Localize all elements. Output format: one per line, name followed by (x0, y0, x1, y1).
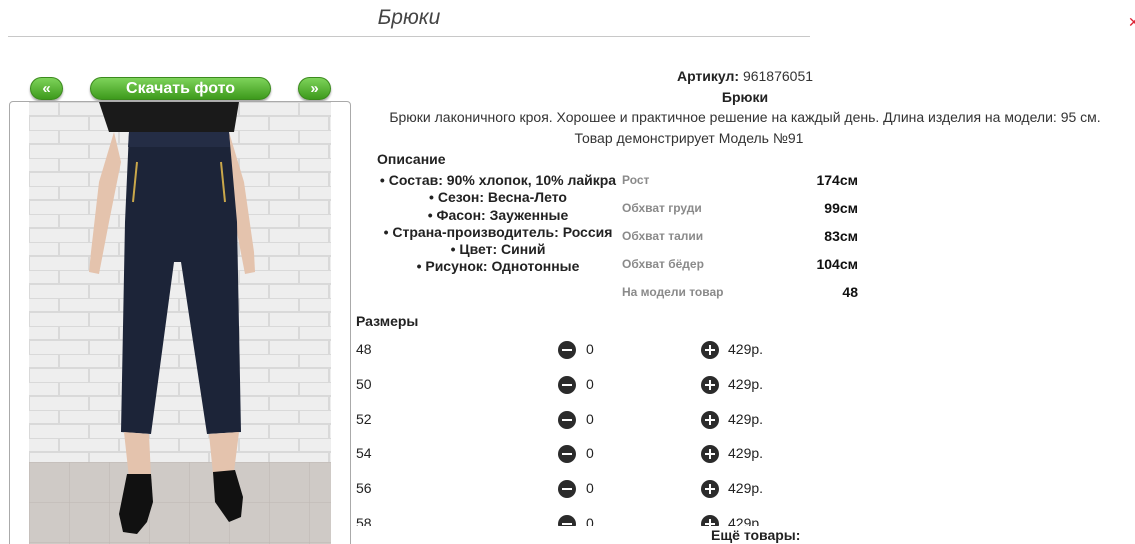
size-row: 56 0 429р. (356, 478, 786, 513)
param-value: 48 (842, 284, 858, 300)
quantity-value: 0 (586, 514, 594, 526)
plus-icon[interactable] (701, 514, 719, 526)
minus-icon[interactable] (558, 514, 576, 526)
size-price: 429р. (728, 410, 764, 427)
close-icon[interactable]: ✕ (1128, 14, 1135, 36)
size-price: 429р. (728, 341, 764, 357)
size-row: 52 0 429р. (356, 409, 786, 444)
plus-icon[interactable] (701, 341, 719, 359)
param-row: На модели товар 48 (622, 284, 858, 312)
size-row: 58 0 429р. (356, 513, 786, 526)
attribute-item: Цвет: Синий (370, 241, 626, 258)
model-params: Рост 174см Обхват груди 99см Обхват тали… (622, 172, 858, 312)
size-label: 50 (356, 375, 372, 392)
minus-icon[interactable] (558, 341, 576, 359)
plus-icon[interactable] (701, 375, 719, 394)
param-label: На модели товар (622, 285, 724, 299)
page-title: Брюки (377, 6, 441, 29)
product-description: Брюки лаконичного кроя. Хорошее и практи… (389, 109, 1101, 125)
product-name: Брюки (721, 89, 769, 105)
model-note-text: Товар демонстрирует Модель №91 (574, 130, 804, 146)
plus-icon[interactable] (701, 480, 719, 499)
title-divider (8, 36, 810, 37)
size-row: 50 0 429р. (356, 374, 786, 409)
article-value: 961876051 (742, 68, 814, 84)
attribute-item: Страна-производитель: Россия (370, 224, 626, 241)
attribute-item: Рисунок: Однотонные (370, 258, 626, 275)
param-value: 174см (816, 172, 858, 188)
quantity-value: 0 (586, 445, 594, 462)
param-value: 99см (824, 200, 858, 216)
minus-icon[interactable] (558, 445, 576, 464)
size-row: 54 0 429р. (356, 443, 786, 478)
param-row: Обхват талии 83см (622, 228, 858, 256)
product-photo-image (29, 102, 331, 544)
param-label: Обхват бёдер (622, 257, 704, 271)
minus-icon[interactable] (558, 375, 576, 394)
attribute-item: Состав: 90% хлопок, 10% лайкра (370, 172, 626, 189)
more-goods-heading: Ещё товары: (711, 527, 801, 543)
prev-photo-button[interactable]: « (30, 77, 63, 100)
param-row: Рост 174см (622, 172, 858, 200)
product-photo (29, 102, 331, 544)
size-label: 56 (356, 480, 372, 497)
attribute-list: Состав: 90% хлопок, 10% лайкра Сезон: Ве… (370, 172, 626, 276)
minus-icon[interactable] (558, 410, 576, 429)
sizes-heading: Размеры (356, 313, 419, 329)
size-label: 52 (356, 410, 372, 427)
param-value: 83см (824, 228, 858, 244)
size-price: 429р. (728, 514, 764, 526)
param-label: Рост (622, 173, 650, 187)
attribute-item: Сезон: Весна-Лето (370, 189, 626, 206)
size-label: 48 (356, 341, 372, 357)
size-price: 429р. (728, 375, 764, 392)
param-row: Обхват бёдер 104см (622, 256, 858, 284)
param-label: Обхват талии (622, 229, 704, 243)
quantity-value: 0 (586, 410, 594, 427)
description-heading: Описание (377, 151, 446, 167)
size-price: 429р. (728, 480, 764, 497)
sizes-list[interactable]: 48 0 429р. 50 0 429р. 52 0 429р. 54 0 42… (356, 339, 786, 526)
quantity-value: 0 (586, 480, 594, 497)
size-price: 429р. (728, 445, 764, 462)
plus-icon[interactable] (701, 410, 719, 429)
download-photo-button[interactable]: Скачать фото (90, 77, 271, 100)
quantity-value: 0 (586, 341, 594, 357)
size-label: 54 (356, 445, 372, 462)
product-article: Артикул: 961876051 (356, 68, 1134, 84)
size-row: 48 0 429р. (356, 339, 786, 374)
attribute-item: Фасон: Зауженные (370, 207, 626, 224)
article-label: Артикул: (676, 68, 740, 84)
param-value: 104см (816, 256, 858, 272)
param-row: Обхват груди 99см (622, 200, 858, 228)
quantity-value: 0 (586, 375, 594, 392)
size-label: 58 (356, 514, 372, 526)
plus-icon[interactable] (701, 445, 719, 464)
product-photo-frame (9, 101, 351, 544)
minus-icon[interactable] (558, 480, 576, 499)
next-photo-button[interactable]: » (298, 77, 331, 100)
param-label: Обхват груди (622, 201, 702, 215)
